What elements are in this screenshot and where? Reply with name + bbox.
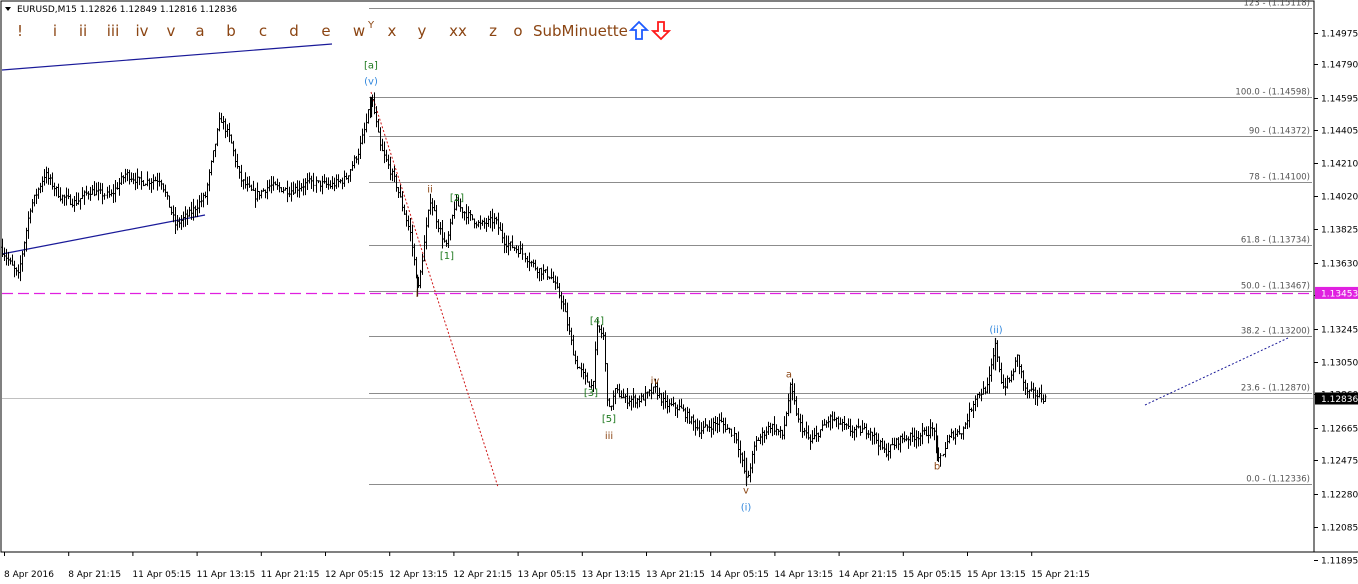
wave-button-d[interactable]: d [289, 22, 299, 40]
wave-button-iv[interactable]: iv [135, 22, 148, 40]
wave-label: [5] [602, 414, 616, 425]
wave-label: [4] [590, 316, 604, 327]
symbol-info: EURUSD,M15 1.12826 1.12849 1.12816 1.128… [17, 5, 237, 15]
wave-label: (i) [741, 503, 752, 514]
wave-button-a[interactable]: a [195, 22, 204, 40]
price-chart[interactable]: 123 - (1.15118) 100.0 - (1.14598) 90 - (1.… [0, 0, 1358, 584]
price-tick-label: 1.14975 [1321, 30, 1358, 40]
wave-button-xx[interactable]: xx [449, 22, 467, 40]
time-tick-label: 15 Apr 21:15 [1031, 570, 1090, 580]
wave-label: [a] [364, 60, 378, 71]
price-tick-label: 1.13050 [1321, 359, 1358, 369]
wave-label: v [743, 486, 749, 497]
time-tick-label: 12 Apr 21:15 [453, 570, 512, 580]
fib-label: 23.6 - (1.12870) [1241, 384, 1310, 394]
price-tick-label: 1.12085 [1321, 524, 1358, 534]
wave-button-o[interactable]: o [513, 22, 522, 40]
wave-button-e[interactable]: e [321, 22, 330, 40]
fib-label: 61.8 - (1.13734) [1241, 236, 1310, 246]
wave-button-w[interactable]: w [353, 22, 365, 40]
wave-label: iv [651, 376, 660, 387]
wave-button-![interactable]: ! [17, 22, 23, 40]
wave-label: Y [367, 20, 375, 31]
wave-label: ii [427, 184, 433, 195]
fib-label: 78 - (1.14100) [1249, 173, 1310, 183]
plot-frame [0, 0, 1315, 553]
price-tick-label: 1.11895 [1321, 557, 1358, 567]
time-tick-label: 15 Apr 05:15 [903, 570, 962, 580]
wave-button-x[interactable]: x [388, 22, 397, 40]
fib-label: 123 - (1.15118) [1244, 0, 1310, 9]
fib-label: 100.0 - (1.14598) [1235, 88, 1310, 98]
time-tick-label: 11 Apr 21:15 [261, 570, 320, 580]
fib-label: 90 - (1.14372) [1249, 127, 1310, 137]
wave-label: (v) [364, 77, 378, 88]
wave-label: (ii) [989, 325, 1002, 336]
wave-button-ii[interactable]: ii [79, 22, 87, 40]
time-tick-label: 13 Apr 13:15 [582, 570, 641, 580]
wave-button-i[interactable]: i [53, 22, 57, 40]
time-tick-label: 12 Apr 05:15 [325, 570, 384, 580]
wave-label: [2] [450, 193, 464, 204]
wave-label: [3] [584, 388, 598, 399]
time-tick-label: 11 Apr 13:15 [197, 570, 256, 580]
price-tick-label: 1.12280 [1321, 491, 1358, 501]
time-tick-label: 15 Apr 13:15 [967, 570, 1026, 580]
price-tick-label: 1.13825 [1321, 226, 1358, 236]
price-tick-label: 1.13630 [1321, 260, 1358, 270]
fib-label: 38.2 - (1.13200) [1241, 327, 1310, 337]
degree-label[interactable]: SubMinuette [533, 22, 628, 40]
wave-button-c[interactable]: c [259, 22, 267, 40]
wave-label: [1] [440, 251, 454, 262]
time-tick-label: 8 Apr 21:15 [68, 570, 121, 580]
price-tick-label: 1.12475 [1321, 457, 1358, 467]
price-tick-label: 1.14595 [1321, 95, 1358, 105]
price-tag-label: 1.13453 [1321, 289, 1358, 299]
price-tick-label: 1.14790 [1321, 61, 1358, 71]
fib-label: 0.0 - (1.12336) [1246, 475, 1310, 485]
wave-label: a [786, 369, 792, 380]
price-tick-label: 1.14210 [1321, 160, 1358, 170]
wave-label: iii [605, 431, 613, 442]
last-price-label: 1.12836 [1321, 395, 1358, 405]
price-axis: 1.14975 1.14790 1.14595 1.14405 1.14210 1.140… [1314, 30, 1358, 567]
wave-button-y[interactable]: y [418, 22, 427, 40]
time-tick-label: 14 Apr 21:15 [839, 570, 898, 580]
price-tick-label: 1.13245 [1321, 326, 1358, 336]
time-tick-label: 11 Apr 05:15 [132, 570, 191, 580]
time-tick-label: 8 Apr 2016 [4, 570, 54, 580]
time-tick-label: 13 Apr 05:15 [518, 570, 577, 580]
time-tick-label: 14 Apr 05:15 [710, 570, 769, 580]
time-tick-label: 13 Apr 21:15 [646, 570, 705, 580]
wave-button-v[interactable]: v [167, 22, 176, 40]
wave-button-iii[interactable]: iii [107, 22, 120, 40]
wave-label: b [934, 462, 940, 473]
symbol-header: EURUSD,M15 1.12826 1.12849 1.12816 1.128… [5, 5, 237, 15]
time-axis: 8 Apr 2016 8 Apr 21:15 11 Apr 05:15 11 Apr … [4, 552, 1090, 580]
time-tick-label: 14 Apr 13:15 [774, 570, 833, 580]
price-tick-label: 1.14405 [1321, 127, 1358, 137]
price-tick-label: 1.12665 [1321, 425, 1358, 435]
time-tick-label: 12 Apr 13:15 [389, 570, 448, 580]
wave-button-z[interactable]: z [489, 22, 497, 40]
wave-label: i [416, 289, 419, 300]
wave-button-b[interactable]: b [226, 22, 236, 40]
fib-label: 50.0 - (1.13467) [1241, 282, 1310, 292]
price-tick-label: 1.14020 [1321, 193, 1358, 203]
